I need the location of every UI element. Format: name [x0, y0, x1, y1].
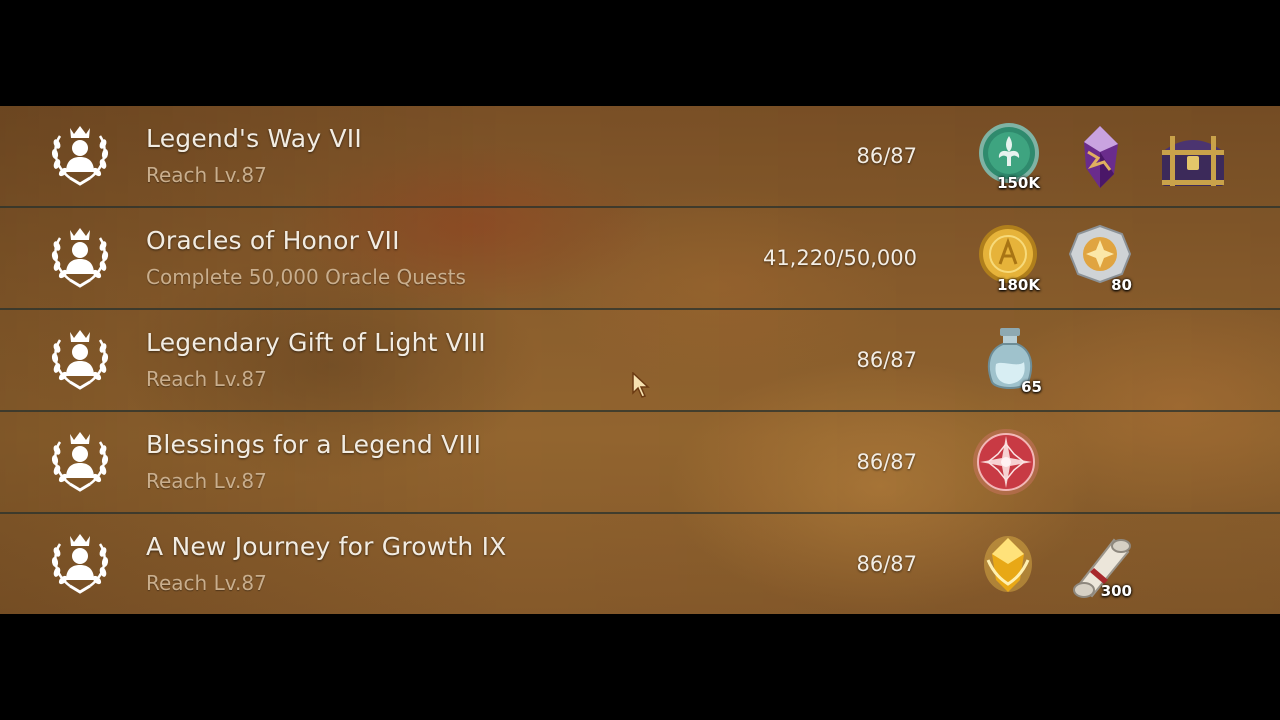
- treasure-chest-icon: [1162, 136, 1224, 186]
- achievement-row[interactable]: A New Journey for Growth IX Reach Lv.87 …: [0, 514, 1280, 614]
- laurel-crown-icon: [49, 430, 111, 492]
- achievement-description: Reach Lv.87: [146, 367, 267, 391]
- reward-item[interactable]: 300: [1066, 530, 1136, 600]
- reward-item[interactable]: [1156, 122, 1226, 192]
- achievement-title: A New Journey for Growth IX: [146, 532, 507, 561]
- laurel-crown-icon: [49, 124, 111, 186]
- achievement-progress: 86/87: [856, 552, 917, 576]
- reward-item[interactable]: [1068, 122, 1138, 192]
- reward-count: 65: [1021, 378, 1042, 396]
- achievement-title: Oracles of Honor VII: [146, 226, 400, 255]
- achievement-title: Legendary Gift of Light VIII: [146, 328, 486, 357]
- reward-count: 150K: [997, 174, 1040, 192]
- reward-item[interactable]: 80: [1066, 224, 1136, 294]
- reward-item[interactable]: 65: [976, 326, 1046, 396]
- achievement-progress: 41,220/50,000: [762, 246, 917, 270]
- reward-item[interactable]: 180K: [974, 224, 1044, 294]
- achievement-description: Reach Lv.87: [146, 469, 267, 493]
- mouse-cursor-icon: [632, 372, 650, 398]
- laurel-crown-icon: [49, 226, 111, 288]
- achievement-row[interactable]: Oracles of Honor VII Complete 50,000 Ora…: [0, 208, 1280, 310]
- reward-count: 180K: [997, 276, 1040, 294]
- reward-item[interactable]: 150K: [974, 122, 1044, 192]
- achievement-description: Reach Lv.87: [146, 571, 267, 595]
- laurel-crown-icon: [49, 532, 111, 594]
- achievement-description: Reach Lv.87: [146, 163, 267, 187]
- laurel-crown-icon: [49, 328, 111, 390]
- reward-item[interactable]: [970, 428, 1040, 498]
- achievement-row[interactable]: Blessings for a Legend VIII Reach Lv.87 …: [0, 412, 1280, 514]
- golden-crest-icon: [984, 536, 1032, 592]
- achievement-description: Complete 50,000 Oracle Quests: [146, 265, 466, 289]
- red-compass-star-icon: [973, 429, 1039, 495]
- reward-count: 300: [1100, 582, 1132, 600]
- achievement-title: Legend's Way VII: [146, 124, 362, 153]
- reward-item[interactable]: [974, 530, 1044, 600]
- achievement-progress: 86/87: [856, 144, 917, 168]
- achievement-progress: 86/87: [856, 348, 917, 372]
- achievement-list: Legend's Way VII Reach Lv.87 86/87 150K: [0, 106, 1280, 614]
- reward-count: 80: [1111, 276, 1132, 294]
- achievement-row[interactable]: Legend's Way VII Reach Lv.87 86/87 150K: [0, 106, 1280, 208]
- purple-crystal-icon: [1084, 126, 1118, 188]
- achievement-title: Blessings for a Legend VIII: [146, 430, 482, 459]
- achievement-progress: 86/87: [856, 450, 917, 474]
